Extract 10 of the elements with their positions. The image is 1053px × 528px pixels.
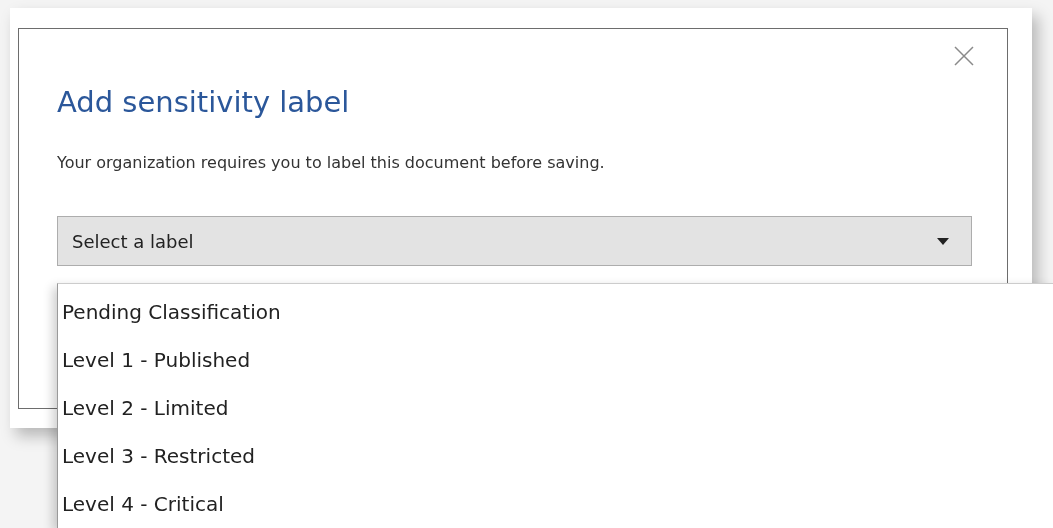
close-icon: [954, 46, 974, 66]
dropdown-option[interactable]: Level 1 - Published: [58, 336, 1053, 384]
dropdown-option[interactable]: Pending Classification: [58, 288, 1053, 336]
dropdown-option[interactable]: Level 4 - Critical: [58, 480, 1053, 528]
dropdown-option[interactable]: Level 2 - Limited: [58, 384, 1053, 432]
dropdown-option[interactable]: Level 3 - Restricted: [58, 432, 1053, 480]
dialog-message: Your organization requires you to label this document before saving.: [57, 153, 606, 172]
caret-icon: [937, 237, 949, 245]
dialog-title: Add sensitivity label: [57, 85, 351, 119]
label-select[interactable]: Select a label: [57, 216, 972, 266]
